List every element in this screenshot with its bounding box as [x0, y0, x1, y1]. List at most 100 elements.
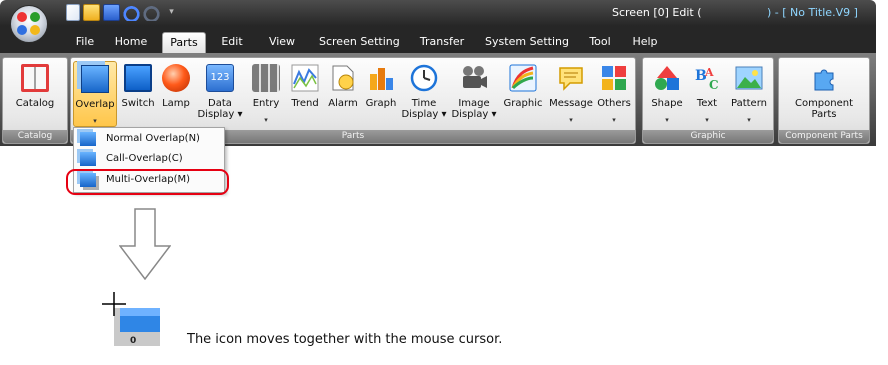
tab-help[interactable]: Help	[631, 32, 659, 53]
ribbon-tab-row: File Home Parts Edit View Screen Setting…	[0, 26, 876, 53]
data-display-label-2: Display ▾	[197, 109, 243, 120]
shape-label: Shape	[651, 98, 683, 109]
caption-text: The icon moves together with the mouse c…	[187, 332, 503, 347]
tab-view[interactable]: View	[266, 32, 298, 53]
text-button[interactable]: B A C Text ▾	[689, 61, 725, 127]
text-icon: B A C	[695, 66, 719, 92]
overlap-icon	[81, 65, 109, 93]
time-display-label-2: Display ▾	[401, 109, 447, 120]
tab-edit[interactable]: Edit	[218, 32, 246, 53]
video-camera-icon	[463, 66, 487, 88]
others-label: Others	[597, 98, 631, 109]
call-overlap-icon	[80, 152, 96, 166]
tab-file[interactable]: File	[72, 32, 98, 53]
time-display-label-1: Time	[411, 98, 437, 109]
component-parts-label-1: Component	[794, 98, 854, 109]
catalog-group: Catalog Catalog	[2, 57, 68, 144]
chevron-down-icon: ▾	[747, 116, 751, 124]
menu-item-label: Call-Overlap(C)	[106, 153, 183, 164]
tab-tool[interactable]: Tool	[587, 32, 613, 53]
down-arrow-icon	[119, 208, 171, 280]
document-title: ) - [ No Title.V9 ]	[767, 6, 858, 19]
open-folder-icon[interactable]	[83, 4, 100, 21]
customize-qat-icon[interactable]: ▾	[163, 4, 180, 21]
component-parts-group-label: Component Parts	[779, 130, 869, 143]
data-display-label-1: Data	[208, 98, 232, 109]
others-icon	[602, 66, 626, 90]
shape-button[interactable]: Shape ▾	[647, 61, 687, 127]
catalog-group-label: Catalog	[3, 130, 67, 143]
tab-transfer[interactable]: Transfer	[418, 32, 466, 53]
svg-text:C: C	[709, 78, 719, 92]
chevron-down-icon: ▾	[705, 116, 709, 124]
menu-item-call-overlap[interactable]: Call-Overlap(C)	[76, 150, 223, 170]
pattern-button[interactable]: Pattern ▾	[727, 61, 771, 127]
switch-label: Switch	[121, 98, 155, 109]
others-button[interactable]: Others ▾	[595, 61, 633, 127]
book-icon	[21, 64, 49, 92]
graphic-button[interactable]: Graphic	[501, 61, 545, 127]
message-button[interactable]: Message ▾	[549, 61, 593, 127]
graph-icon	[370, 68, 393, 90]
data-display-icon: 123	[206, 64, 234, 92]
overlap-icon	[80, 132, 96, 146]
overlap-button[interactable]: Overlap ▾	[73, 61, 117, 127]
image-display-button[interactable]: Image Display ▾	[451, 61, 497, 127]
graphic-icon	[509, 64, 537, 92]
graph-button[interactable]: Graph	[363, 61, 399, 127]
save-icon[interactable]	[103, 4, 120, 21]
quick-access-toolbar: ▾	[64, 4, 180, 21]
tab-parts[interactable]: Parts	[162, 32, 206, 53]
tab-system-setting[interactable]: System Setting	[485, 32, 569, 53]
data-display-button[interactable]: 123 Data Display ▾	[197, 61, 243, 127]
puzzle-icon	[814, 69, 834, 91]
component-parts-button[interactable]: Component Parts	[783, 61, 865, 127]
chevron-down-icon: ▾	[569, 116, 573, 124]
alarm-button[interactable]: Alarm	[325, 61, 361, 127]
graphic-group: Shape ▾ B A C Text ▾ Pattern ▾ Graphic	[642, 57, 774, 144]
image-display-label-1: Image	[458, 98, 490, 109]
pattern-label: Pattern	[731, 98, 767, 109]
clock-icon	[410, 64, 438, 92]
chevron-down-icon: ▾	[264, 116, 268, 124]
message-bubble-icon	[559, 67, 583, 91]
message-label: Message	[549, 98, 593, 109]
catalog-label: Catalog	[15, 98, 55, 109]
app-logo-icon	[17, 12, 27, 22]
highlight-ring	[66, 169, 229, 195]
switch-button[interactable]: Switch	[120, 61, 156, 127]
chevron-down-icon: ▾	[612, 116, 616, 124]
menu-item-normal-overlap[interactable]: Normal Overlap(N)	[76, 130, 223, 150]
lamp-button[interactable]: Lamp	[159, 61, 193, 127]
tab-home[interactable]: Home	[113, 32, 149, 53]
overlap-label: Overlap	[75, 99, 115, 110]
lamp-icon	[162, 64, 190, 92]
shape-icon	[655, 66, 679, 90]
new-file-icon[interactable]	[66, 4, 80, 21]
chevron-down-icon: ▾	[93, 117, 97, 125]
window-title: Screen [0] Edit (	[612, 6, 702, 19]
chevron-down-icon: ▾	[665, 116, 669, 124]
time-display-button[interactable]: Time Display ▾	[401, 61, 447, 127]
switch-icon	[124, 64, 152, 92]
lamp-label: Lamp	[162, 98, 190, 109]
title-bar: ▾ Screen [0] Edit ( ) - [ No Title.V9 ]	[0, 0, 876, 26]
entry-button[interactable]: Entry ▾	[247, 61, 285, 127]
tab-screen-setting[interactable]: Screen Setting	[319, 32, 400, 53]
image-display-label-2: Display ▾	[451, 109, 497, 120]
entry-icon	[252, 64, 280, 92]
drag-counter: 0	[130, 336, 137, 346]
catalog-button[interactable]: Catalog	[5, 61, 65, 127]
trend-icon	[291, 64, 319, 92]
component-parts-group: Component Parts Component Parts	[778, 57, 870, 144]
redo-icon[interactable]	[143, 4, 160, 21]
trend-button[interactable]: Trend	[287, 61, 323, 127]
component-parts-label-2: Parts	[811, 109, 837, 120]
graphic-label: Graphic	[503, 98, 543, 109]
alarm-icon	[332, 65, 354, 91]
undo-icon[interactable]	[123, 4, 140, 21]
graphic-group-label: Graphic	[643, 130, 773, 143]
menu-item-label: Normal Overlap(N)	[106, 133, 200, 144]
application-menu-button[interactable]	[10, 5, 48, 43]
pattern-icon	[735, 66, 763, 90]
